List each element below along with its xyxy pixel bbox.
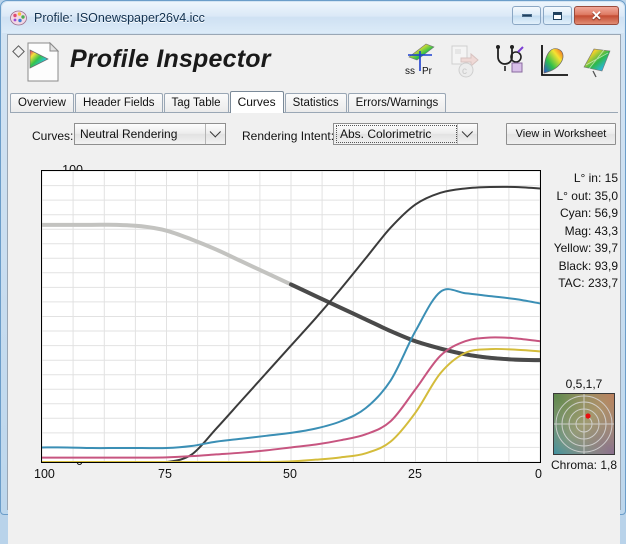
rendering-intent-label: Rendering Intent: <box>242 129 335 143</box>
page-title: Profile Inspector <box>70 45 271 73</box>
rendering-intent-value: Abs. Colorimetric <box>336 125 457 143</box>
minimize-button[interactable] <box>512 6 541 25</box>
tab-overview[interactable]: Overview <box>10 93 74 113</box>
toolbar: ss Pr c <box>404 41 614 81</box>
readout-cyan: Cyan: 56,9 <box>559 206 618 220</box>
readout-lstar-in: L° in: 15 <box>573 171 618 185</box>
x-axis-tick: 75 <box>158 467 172 481</box>
gamut-plot-icon[interactable] <box>536 41 570 81</box>
close-button[interactable]: ✕ <box>574 6 619 25</box>
stethoscope-inspect-icon[interactable] <box>492 41 526 81</box>
rendering-intent-select[interactable]: Abs. Colorimetric <box>333 123 478 145</box>
svg-text:Pr: Pr <box>422 66 433 77</box>
value-readout-panel: L° in: 15 L° out: 35,0 Cyan: 56,9 Mag: 4… <box>548 170 618 293</box>
view-in-worksheet-button[interactable]: View in Worksheet <box>506 123 616 145</box>
chroma-coordinates-label: 0,5,1,7 <box>565 377 603 391</box>
x-axis-tick: 100 <box>34 467 55 481</box>
ss-pr-icon[interactable]: ss Pr <box>404 41 438 81</box>
tab-tag-table[interactable]: Tag Table <box>163 93 229 113</box>
curves-panel: Curves: Neutral Rendering Rendering Inte… <box>8 123 620 544</box>
tab-errors-warnings[interactable]: Errors/Warnings <box>347 93 447 113</box>
readout-magenta: Mag: 43,3 <box>564 223 618 238</box>
readout-tac: TAC: 233,7 <box>558 276 618 290</box>
close-icon: ✕ <box>591 8 602 23</box>
profile-convert-icon[interactable]: c <box>448 41 482 81</box>
window-controls: ✕ <box>512 6 619 25</box>
svg-text:c: c <box>462 66 467 77</box>
chevron-down-icon <box>457 124 477 144</box>
diamond-expander-icon[interactable] <box>12 45 25 58</box>
client-area: Profile Inspector ss Pr c Overview Heade… <box>7 34 621 544</box>
chroma-wheel[interactable] <box>553 393 615 455</box>
readout-black: Black: 93,9 <box>558 258 618 273</box>
tab-curves[interactable]: Curves <box>229 91 284 113</box>
maximize-icon <box>553 11 562 20</box>
profile-document-icon <box>26 41 60 82</box>
tab-header-fields[interactable]: Header Fields <box>74 93 163 113</box>
x-axis-tick: 50 <box>283 467 297 481</box>
minimize-icon <box>521 14 532 17</box>
chroma-widget: 0,5,1,7 Chroma: 1,8 <box>548 377 620 472</box>
application-window: Profile: ISOnewspaper26v4.icc ✕ Profile … <box>0 0 626 544</box>
controls-row: Curves: Neutral Rendering Rendering Inte… <box>8 123 620 153</box>
chroma-value-label: Chroma: 1,8 <box>550 458 618 472</box>
palette-icon <box>10 10 28 26</box>
gamut-3d-icon[interactable] <box>580 41 614 81</box>
readout-yellow: Yellow: 39,7 <box>553 241 618 255</box>
plot-area[interactable] <box>41 170 541 463</box>
app-header: Profile Inspector ss Pr c <box>8 35 620 91</box>
window-title: Profile: ISOnewspaper26v4.icc <box>34 10 205 25</box>
plot-canvas <box>42 171 540 462</box>
svg-text:ss: ss <box>405 66 415 77</box>
x-axis-tick: 0 <box>535 467 542 481</box>
maximize-button[interactable] <box>543 6 572 25</box>
curves-select-value: Neutral Rendering <box>80 127 178 141</box>
tab-bar: Overview Header Fields Tag Table Curves … <box>10 91 618 113</box>
curves-select[interactable]: Neutral Rendering <box>74 123 226 145</box>
readout-lstar-out: L° out: 35,0 <box>556 188 618 203</box>
tab-underline <box>10 112 618 113</box>
curves-label: Curves: <box>32 129 74 143</box>
title-bar: Profile: ISOnewspaper26v4.icc ✕ <box>2 2 624 33</box>
tab-statistics[interactable]: Statistics <box>284 93 347 113</box>
curves-chart: 100 75 50 25 0 100 75 50 25 0 L° in: 15 … <box>8 162 620 542</box>
chevron-down-icon <box>205 124 225 144</box>
x-axis-tick: 25 <box>408 467 422 481</box>
